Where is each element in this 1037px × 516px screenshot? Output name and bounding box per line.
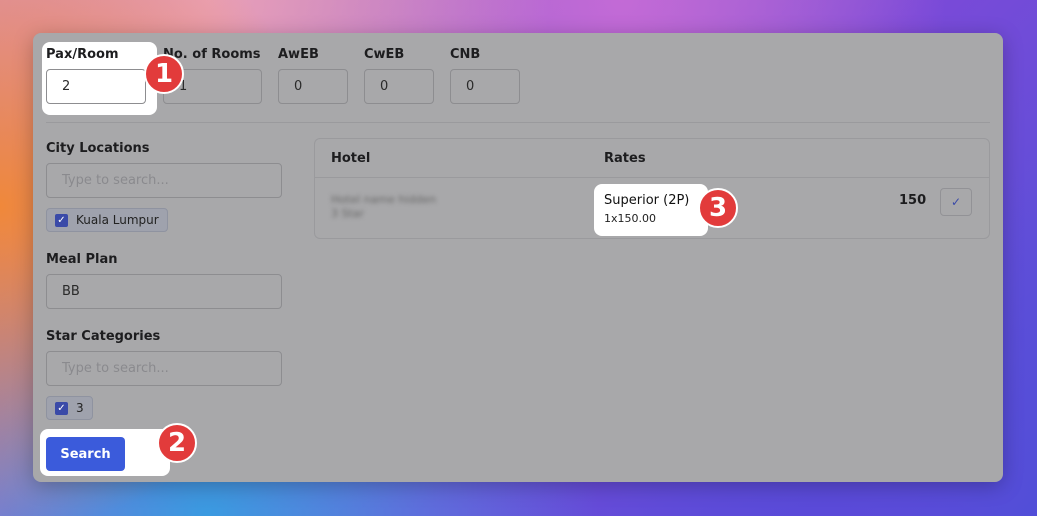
callout-2: 2 bbox=[157, 423, 197, 463]
stars-label: Star Categories bbox=[46, 329, 161, 344]
pax-room-input[interactable]: 2 bbox=[46, 69, 146, 104]
callout-1: 1 bbox=[144, 54, 184, 94]
city-label: City Locations bbox=[46, 141, 150, 156]
search-panel: Pax/Room 2 No. of Rooms 1 AwEB 0 CwEB 0 … bbox=[33, 33, 1003, 482]
aweb-input[interactable]: 0 bbox=[278, 69, 348, 104]
rate-detail: 1x150.00 bbox=[604, 212, 656, 225]
city-chip[interactable]: ✓ Kuala Lumpur bbox=[46, 208, 168, 232]
stars-chip-label: 3 bbox=[76, 401, 84, 415]
rate-option[interactable]: Superior (2P) 1x150.00 bbox=[594, 184, 708, 236]
col-hotel: Hotel bbox=[331, 151, 371, 166]
cnb-label: CNB bbox=[450, 47, 481, 62]
cweb-input[interactable]: 0 bbox=[364, 69, 434, 104]
price: 150 bbox=[899, 193, 927, 208]
cnb-input[interactable]: 0 bbox=[450, 69, 520, 104]
stars-chip[interactable]: ✓ 3 bbox=[46, 396, 93, 420]
search-button[interactable]: Search bbox=[46, 437, 125, 471]
meal-label: Meal Plan bbox=[46, 252, 118, 267]
cweb-label: CwEB bbox=[364, 47, 405, 62]
callout-3: 3 bbox=[698, 188, 738, 228]
meal-plan-select[interactable]: BB bbox=[46, 274, 282, 309]
stars-search-input[interactable]: Type to search... bbox=[46, 351, 282, 386]
hotel-stars: 3 Star bbox=[331, 207, 365, 220]
city-chip-label: Kuala Lumpur bbox=[76, 213, 159, 227]
hotel-name: Hotel name hidden bbox=[331, 193, 437, 206]
divider bbox=[46, 122, 990, 123]
select-rate-checkbox[interactable]: ✓ bbox=[940, 188, 972, 216]
pax-room-label: Pax/Room bbox=[46, 47, 119, 62]
checkbox-icon[interactable]: ✓ bbox=[55, 213, 68, 227]
check-icon: ✓ bbox=[950, 195, 962, 209]
checkbox-icon[interactable]: ✓ bbox=[55, 401, 68, 415]
aweb-label: AwEB bbox=[278, 47, 319, 62]
rate-name: Superior (2P) bbox=[604, 193, 690, 208]
header-divider bbox=[315, 177, 989, 178]
col-rates: Rates bbox=[604, 151, 646, 166]
city-search-input[interactable]: Type to search... bbox=[46, 163, 282, 198]
results-table: Hotel Rates Hotel name hidden 3 Star Sup… bbox=[314, 138, 990, 239]
